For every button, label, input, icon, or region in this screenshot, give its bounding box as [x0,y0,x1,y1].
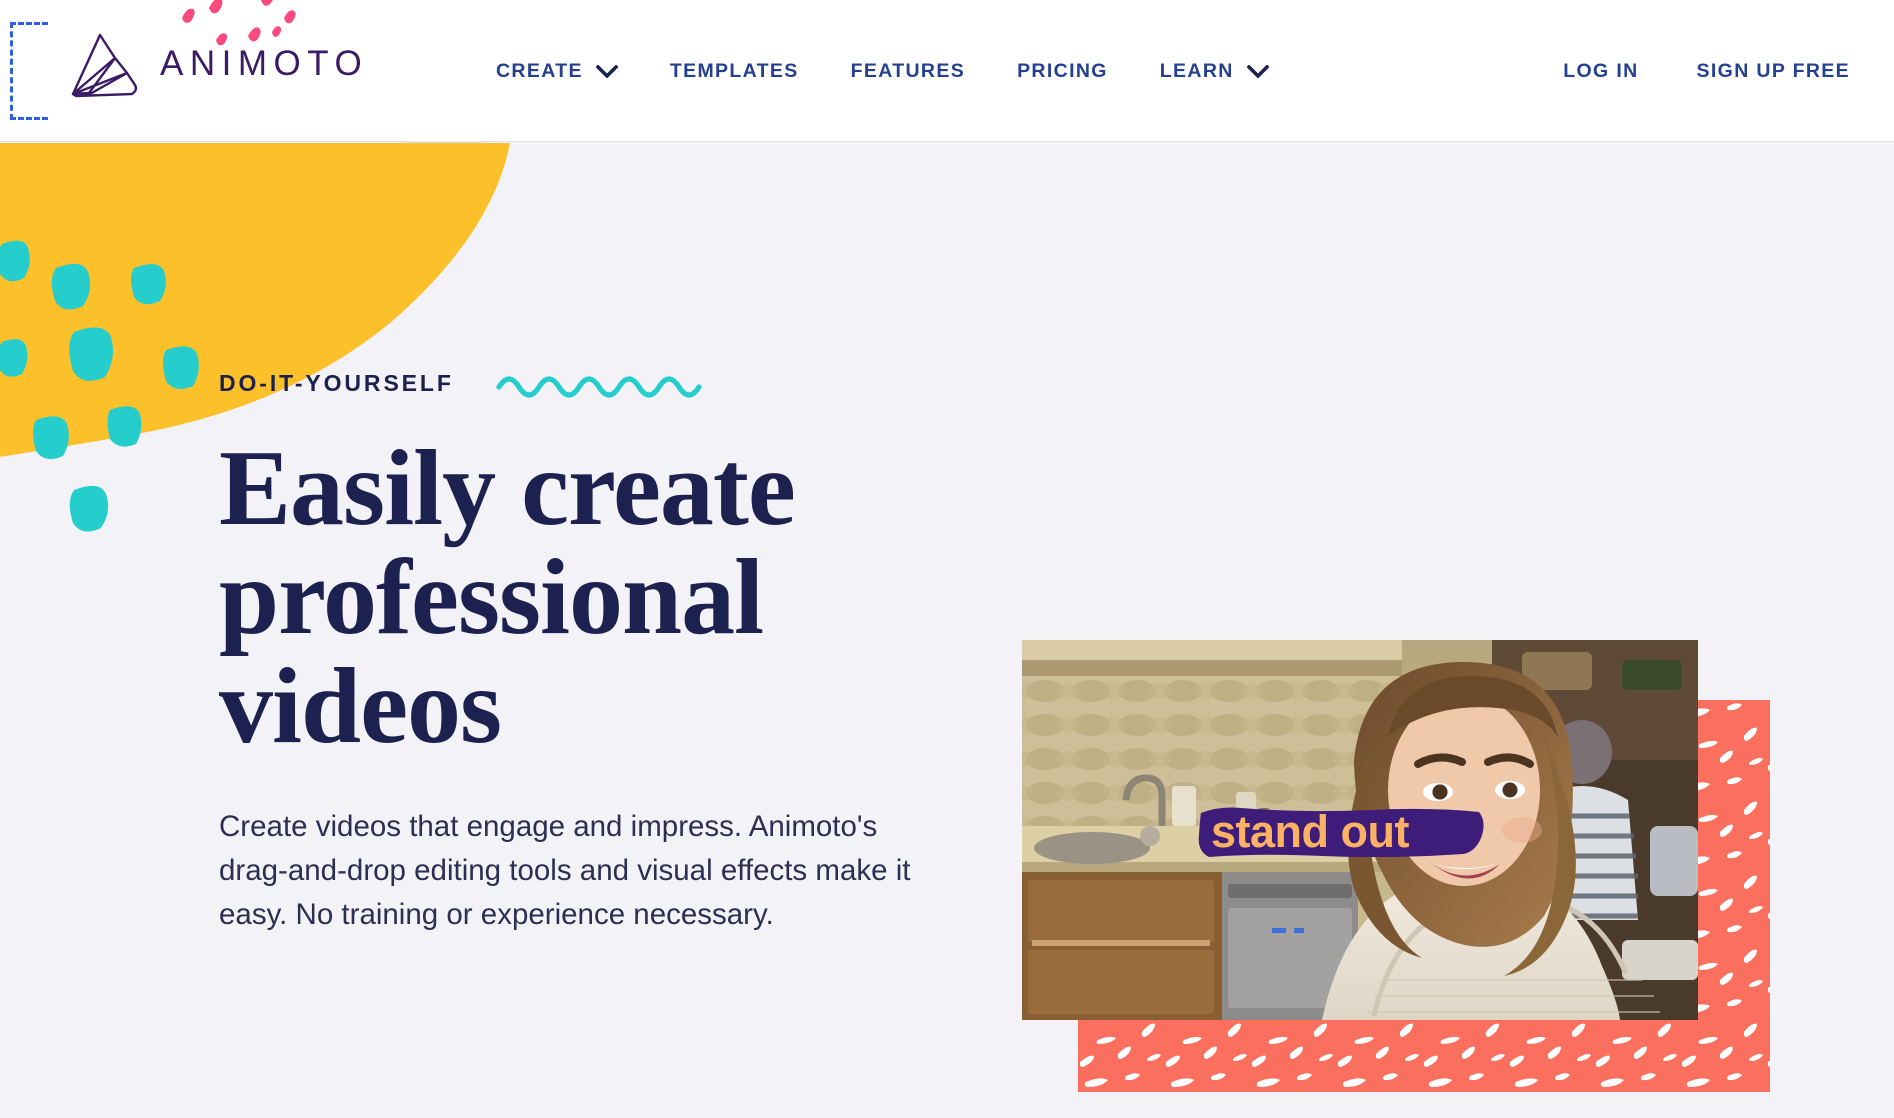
hero-eyebrow-row: DO-IT-YOURSELF [219,368,949,398]
chevron-down-icon [1246,64,1269,78]
page-title: Easily create professional videos [219,429,796,767]
nav-item-features[interactable]: FEATURES [851,60,965,83]
sign-up-free-link[interactable]: SIGN UP FREE [1697,60,1850,83]
nav-label-create: CREATE [496,59,583,82]
nav-item-templates[interactable]: TEMPLATES [670,60,799,83]
nav-item-learn[interactable]: LEARN [1160,60,1269,83]
nav-label-templates: TEMPLATES [669,59,799,82]
hero-section: DO-IT-YOURSELF Easily create professiona… [219,368,949,936]
log-in-link[interactable]: LOG IN [1563,60,1638,83]
hero-subtitle: Create videos that engage and impress. A… [219,810,911,931]
brand-wordmark: ANIMOTO [160,44,369,83]
site-header: ANIMOTO CREATE TEMPLATES FEATURES PRICIN… [0,0,1894,142]
nav-label-learn: LEARN [1159,59,1234,82]
primary-navigation: CREATE TEMPLATES FEATURES PRICING LEARN [496,0,1269,142]
animoto-fan-logo-icon [71,33,138,98]
wavy-line-icon [496,376,702,398]
chevron-down-icon [595,64,618,78]
nav-label-features: FEATURES [850,59,966,82]
nav-item-create[interactable]: CREATE [496,60,618,83]
nav-item-pricing[interactable]: PRICING [1017,60,1108,83]
video-caption-text: stand out [1211,806,1409,857]
brand-logo-link[interactable]: ANIMOTO [66,28,368,100]
hero-eyebrow: DO-IT-YOURSELF [219,369,454,396]
keyboard-focus-outline [10,22,48,120]
nav-label-pricing: PRICING [1017,59,1108,82]
auth-navigation: LOG IN SIGN UP FREE [1563,0,1850,142]
